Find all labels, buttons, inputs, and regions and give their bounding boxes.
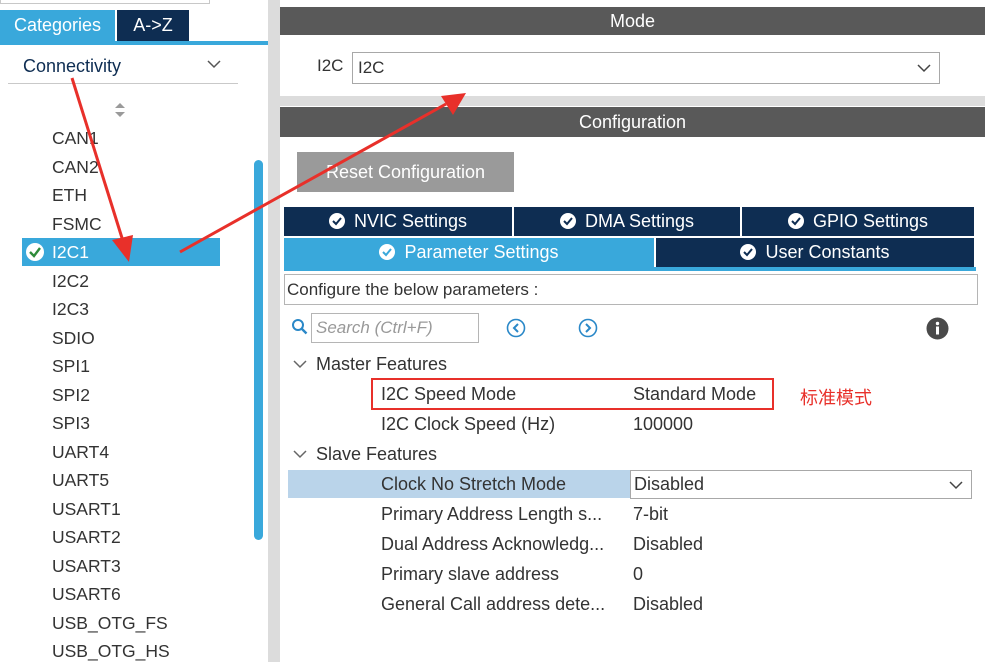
check-circle-icon	[559, 213, 576, 229]
check-circle-icon	[379, 244, 396, 260]
peripheral-item-can1[interactable]: CAN1	[22, 124, 220, 152]
peripheral-item-usb-otg-fs[interactable]: USB_OTG_FS	[22, 609, 220, 637]
tab-label: GPIO Settings	[812, 211, 929, 231]
param-value[interactable]: 0	[633, 564, 643, 585]
tab-label: Parameter Settings	[404, 242, 559, 262]
peripheral-item-label: I2C1	[52, 242, 89, 262]
peripheral-item-usart6[interactable]: USART6	[22, 580, 220, 608]
tab-categories[interactable]: Categories	[0, 10, 115, 41]
chevron-down-icon	[293, 360, 307, 369]
tab-user-constants[interactable]: User Constants	[656, 238, 974, 267]
peripheral-item-i2c2[interactable]: I2C2	[22, 267, 220, 295]
param-name[interactable]: Clock No Stretch Mode	[381, 474, 566, 495]
peripheral-item-can2[interactable]: CAN2	[22, 153, 220, 181]
peripheral-item-usb-otg-hs[interactable]: USB_OTG_HS	[22, 637, 220, 662]
tab-underline	[284, 267, 976, 271]
clock-no-stretch-select[interactable]: Disabled	[630, 470, 972, 499]
mode-select[interactable]: I2C	[352, 52, 940, 84]
category-dropdown-value: Connectivity	[23, 56, 122, 76]
peripheral-item-uart5[interactable]: UART5	[22, 466, 220, 494]
group-master-features[interactable]: Master Features	[292, 354, 447, 375]
group-label: Master Features	[316, 354, 448, 374]
peripheral-item-eth[interactable]: ETH	[22, 181, 220, 209]
check-circle-icon	[787, 213, 804, 229]
parameter-search-input[interactable]: Search (Ctrl+F)	[311, 313, 479, 343]
category-dropdown[interactable]: Connectivity	[8, 52, 238, 84]
param-value[interactable]: 100000	[633, 414, 693, 435]
previous-result-icon[interactable]	[506, 318, 526, 338]
highlight-box	[371, 378, 774, 410]
peripheral-item-sdio[interactable]: SDIO	[22, 324, 220, 352]
section-separator	[280, 96, 985, 106]
tab-label: DMA Settings	[584, 211, 695, 231]
panel-divider[interactable]	[268, 0, 280, 662]
tab-a-to-z[interactable]: A->Z	[117, 10, 189, 41]
peripheral-item-i2c1[interactable]: I2C1	[22, 238, 220, 266]
peripheral-item-fsmc[interactable]: FSMC	[22, 210, 220, 238]
tab-dma-settings[interactable]: DMA Settings	[514, 207, 742, 236]
peripheral-item-spi2[interactable]: SPI2	[22, 381, 220, 409]
param-value[interactable]: Disabled	[633, 594, 703, 615]
next-result-icon[interactable]	[578, 318, 598, 338]
tab-label: User Constants	[765, 242, 890, 262]
info-icon[interactable]	[926, 317, 949, 340]
scrollbar-thumb[interactable]	[254, 160, 263, 540]
check-circle-icon	[740, 244, 757, 260]
peripheral-item-usart2[interactable]: USART2	[22, 523, 220, 551]
peripheral-item-usart1[interactable]: USART1	[22, 495, 220, 523]
param-value[interactable]: Disabled	[633, 534, 703, 555]
left-panel: Categories A->Z Connectivity CAN1 CAN2 E…	[0, 0, 268, 662]
group-label: Slave Features	[316, 444, 438, 464]
peripheral-item-i2c3[interactable]: I2C3	[22, 295, 220, 323]
mode-select-value: I2C	[358, 58, 385, 77]
tab-label: NVIC Settings	[353, 211, 468, 231]
chevron-down-icon	[949, 481, 963, 490]
param-name[interactable]: I2C Clock Speed (Hz)	[381, 414, 555, 435]
param-name[interactable]: Dual Address Acknowledg...	[381, 534, 604, 555]
tab-nvic-settings[interactable]: NVIC Settings	[284, 207, 514, 236]
param-name[interactable]: Primary Address Length s...	[381, 504, 602, 525]
peripheral-item-usart3[interactable]: USART3	[22, 552, 220, 580]
annotation-text: 标准模式	[800, 388, 872, 409]
chevron-down-icon	[293, 450, 307, 459]
search-icon	[292, 319, 308, 335]
check-circle-icon	[26, 243, 44, 261]
top-search-field[interactable]	[0, 0, 210, 4]
select-value: Disabled	[634, 474, 705, 494]
check-circle-icon	[328, 213, 345, 229]
tabs-underline	[0, 41, 268, 45]
chevron-down-icon	[207, 60, 221, 69]
param-name[interactable]: General Call address dete...	[381, 594, 605, 615]
mode-label: I2C	[317, 56, 344, 75]
reset-configuration-button[interactable]: Reset Configuration	[297, 152, 514, 192]
group-slave-features[interactable]: Slave Features	[292, 444, 437, 465]
chevron-down-icon	[917, 64, 931, 73]
tab-parameter-settings[interactable]: Parameter Settings	[284, 238, 656, 267]
mode-header: Mode	[280, 7, 985, 35]
tab-gpio-settings[interactable]: GPIO Settings	[742, 207, 974, 236]
peripheral-item-spi3[interactable]: SPI3	[22, 409, 220, 437]
peripheral-item-spi1[interactable]: SPI1	[22, 352, 220, 380]
sort-icon[interactable]	[112, 100, 128, 120]
peripheral-item-uart4[interactable]: UART4	[22, 438, 220, 466]
configuration-header: Configuration	[280, 107, 985, 137]
config-hint: Configure the below parameters :	[284, 274, 978, 305]
param-name[interactable]: Primary slave address	[381, 564, 559, 585]
param-value[interactable]: 7-bit	[633, 504, 668, 525]
